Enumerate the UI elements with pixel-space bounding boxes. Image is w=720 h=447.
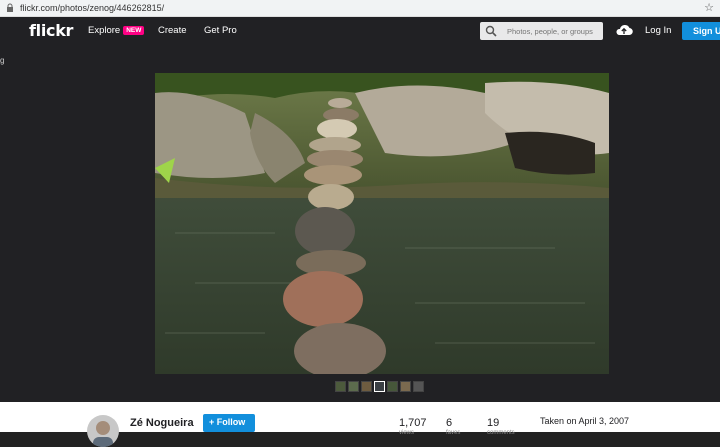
views-label: views	[399, 430, 415, 436]
photostream-thumbnail[interactable]	[400, 381, 411, 392]
taken-date: Taken on April 3, 2007	[540, 416, 630, 426]
back-link-fragment[interactable]: g	[0, 56, 4, 65]
lock-icon	[6, 3, 14, 13]
explore-link[interactable]: Explore NEW	[88, 25, 145, 36]
photostream-thumbnail-active[interactable]	[374, 381, 385, 392]
explore-label: Explore	[88, 25, 121, 36]
main-photo[interactable]	[155, 73, 609, 374]
photo-info-bar: Zé Nogueira + Follow 1,707 views 6 faves…	[0, 402, 720, 447]
comments-label: comments	[487, 430, 515, 436]
photostream-thumbnail[interactable]	[348, 381, 359, 392]
follow-button[interactable]: + Follow	[203, 414, 255, 432]
upload-cloud-icon[interactable]	[615, 23, 633, 37]
photostream-thumbnail[interactable]	[335, 381, 346, 392]
login-link[interactable]: Log In	[645, 25, 671, 36]
get-pro-link[interactable]: Get Pro	[204, 25, 237, 36]
flickr-logo[interactable]: flickr	[29, 21, 73, 40]
browser-url-bar[interactable]: flickr.com/photos/zenog/446262815/ ☆	[0, 0, 720, 17]
signup-button[interactable]: Sign Up	[682, 22, 720, 40]
photostream-thumbnail[interactable]	[361, 381, 372, 392]
top-navigation: flickr ExploreNEW Create Get Pro Log In …	[0, 17, 720, 45]
faves-label: faves	[446, 430, 461, 436]
search-icon	[485, 25, 497, 37]
stacked-stones-photo	[155, 73, 609, 374]
owner-avatar[interactable]	[87, 415, 119, 447]
owner-name[interactable]: Zé Nogueira	[130, 417, 194, 429]
photostream-thumbnail[interactable]	[413, 381, 424, 392]
comments-count: 19	[487, 417, 500, 429]
new-badge: NEW	[123, 26, 145, 35]
bookmark-star-icon[interactable]: ☆	[704, 1, 714, 14]
search-input[interactable]	[507, 26, 602, 36]
views-count: 1,707	[399, 417, 427, 429]
photostream-thumbnails	[335, 381, 424, 392]
search-box[interactable]	[480, 22, 603, 40]
url-text[interactable]: flickr.com/photos/zenog/446262815/	[20, 3, 164, 13]
faves-count: 6	[446, 417, 453, 429]
photo-stage: g	[0, 45, 720, 402]
create-link[interactable]: Create	[158, 25, 187, 36]
photostream-thumbnail[interactable]	[387, 381, 398, 392]
